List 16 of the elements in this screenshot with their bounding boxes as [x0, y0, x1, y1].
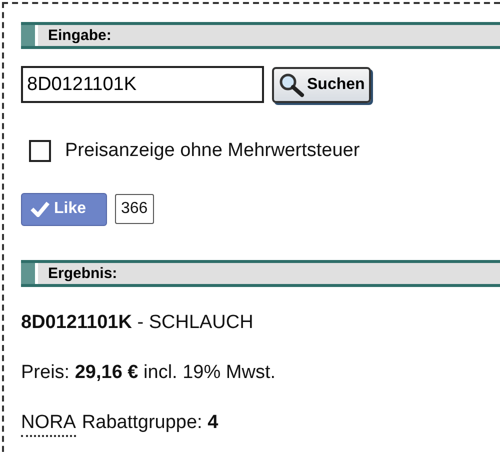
- check-icon: [30, 201, 50, 217]
- like-button[interactable]: Like: [21, 192, 107, 226]
- search-button[interactable]: Suchen: [272, 66, 371, 102]
- header-accent: [21, 262, 38, 284]
- price-line: Preis: 29,16 € incl. 19% Mwst.: [21, 360, 277, 384]
- abbreviation[interactable]: NORA: [21, 410, 76, 436]
- header-accent: [21, 25, 38, 46]
- section-title: Eingabe:: [48, 26, 112, 46]
- like-count: 366: [115, 194, 154, 224]
- section-title: Ergebnis:: [48, 264, 118, 284]
- search-icon: [278, 72, 306, 98]
- discount-line: Rabattgruppe: 4: [82, 410, 218, 434]
- vat-checkbox[interactable]: [29, 140, 51, 162]
- checkbox-label: Preisanzeige ohne Mehrwertsteuer: [65, 139, 360, 163]
- part-line: 8D0121101K - SCHLAUCH: [21, 310, 254, 334]
- search-field[interactable]: 8D0121101K: [21, 66, 264, 103]
